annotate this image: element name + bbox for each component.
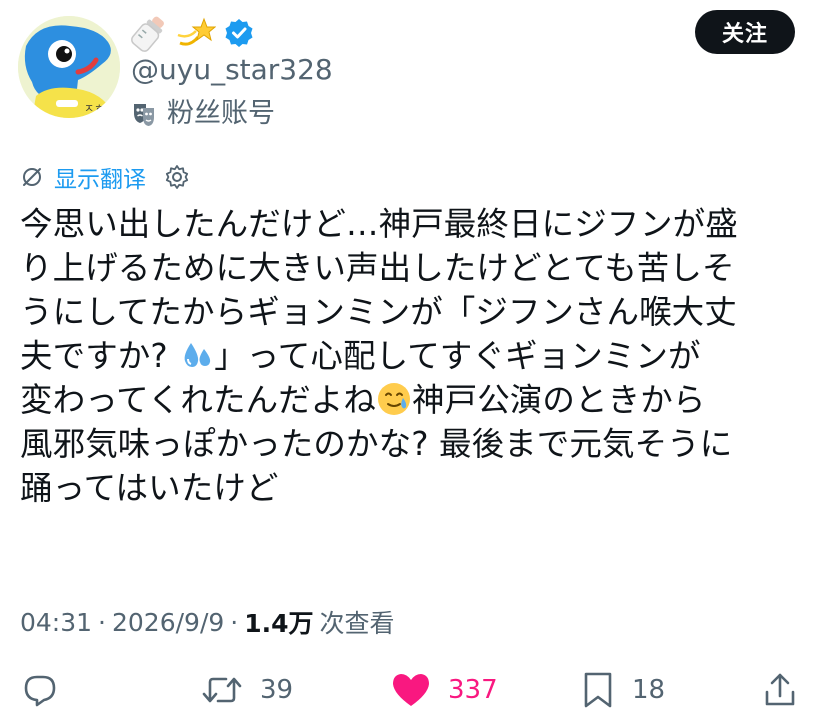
tweet-text-segment: 神戸公演のときから: [412, 381, 706, 419]
action-bar: 39 337 18: [0, 660, 828, 719]
share-button[interactable]: [760, 670, 800, 710]
sweat-droplets-emoji: [184, 343, 211, 367]
retweet-icon: [202, 677, 242, 703]
no-translate-icon: [23, 168, 41, 186]
baby-bottle-emoji: [131, 16, 164, 52]
views-label: 次查看: [319, 609, 395, 638]
tweet-text-segment: 」って心配してすぐギョンミンが: [214, 337, 701, 375]
tweet-text-segment: 夫ですか?: [20, 337, 179, 375]
tweet-line: 変わってくれたんだよね 神戸公演のときから: [20, 378, 810, 422]
bookmark-button[interactable]: 18: [580, 670, 665, 710]
display-name: [130, 10, 254, 56]
tweet-line: 今思い出したんだけど…神戸最終日にジフンが盛: [20, 205, 738, 243]
tweet-line: 踊ってはいたけど: [20, 469, 279, 507]
tweet-line: うにしてたからギョンミンが「ジフンさん喉大丈: [20, 293, 737, 331]
reply-icon: [24, 675, 56, 707]
user-handle[interactable]: @uyu_star328: [131, 52, 333, 88]
retweet-count: 39: [260, 675, 294, 705]
tweet-meta: 04:31 · 2026/9/9 · 1.4万 次查看: [20, 604, 395, 640]
meta-separator: ·: [98, 607, 106, 637]
tweet-date[interactable]: 2026/9/9: [112, 608, 224, 637]
reply-button[interactable]: [20, 670, 60, 710]
bookmark-count: 18: [632, 675, 666, 705]
shooting-star-emoji: [177, 17, 216, 46]
follow-button[interactable]: 关注: [695, 10, 795, 54]
like-button[interactable]: 337: [390, 670, 498, 710]
bookmark-icon: [584, 672, 612, 708]
smiling-face-with-tear-emoji: [378, 383, 411, 415]
like-count: 337: [448, 675, 498, 705]
translate-row: 显示翻译: [20, 160, 190, 194]
tweet-line: 夫ですか? 」って心配してすぐギョンミンが: [20, 334, 810, 378]
avatar[interactable]: ㅈㅎ: [18, 16, 120, 118]
retweet-button[interactable]: 39: [200, 670, 293, 710]
tweet-text: 今思い出したんだけど…神戸最終日にジフンが盛 り上げるために大きい声出したけどとて…: [20, 202, 810, 510]
account-type-label: 粉丝账号: [167, 98, 275, 129]
svg-text:ㅈㅎ: ㅈㅎ: [84, 102, 104, 115]
share-icon: [765, 673, 795, 706]
show-translation-link[interactable]: 显示翻译: [54, 160, 146, 194]
account-type: 粉丝账号: [131, 96, 275, 132]
heart-icon: [393, 674, 429, 706]
tweet-line: 風邪気味っぽかったのかな? 最後まで元気そうに: [20, 425, 733, 463]
meta-separator: ·: [230, 607, 239, 637]
tweet-line: り上げるために大きい声出したけどとても苦しそ: [20, 249, 735, 287]
views-count: 1.4万: [244, 609, 314, 638]
gear-icon[interactable]: [164, 164, 190, 190]
tweet-time[interactable]: 04:31: [20, 608, 92, 637]
verified-badge-icon[interactable]: [224, 18, 254, 48]
tweet-text-segment: 変わってくれたんだよね: [20, 381, 377, 419]
theater-masks-icon: [134, 104, 154, 126]
blue-creature-avatar-icon: ㅈㅎ: [18, 16, 120, 118]
